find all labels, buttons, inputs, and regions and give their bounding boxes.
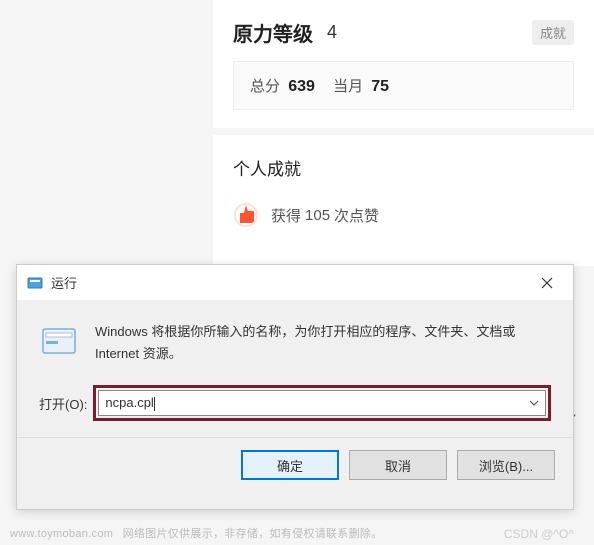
achievement-suffix: 次点赞 (334, 205, 379, 226)
achievement-count: 105 (305, 207, 330, 224)
run-titlebar: 运行 (17, 265, 573, 301)
achievements-card: 个人成就 获得 105 次点赞 (213, 135, 594, 266)
open-input-highlight: ncpa.cpl (93, 385, 551, 421)
profile-card: 原力等级 4 成就 总分 639 当月 75 (213, 0, 594, 128)
achievement-badge[interactable]: 成就 (532, 20, 574, 45)
level-label: 原力等级 (233, 18, 313, 47)
open-input-value[interactable]: ncpa.cpl (105, 395, 525, 411)
run-button-row: 确定 取消 浏览(B)... (17, 437, 573, 492)
score-month-label: 当月 (333, 78, 363, 95)
browse-button[interactable]: 浏览(B)... (457, 450, 555, 480)
level-row: 原力等级 4 成就 (233, 18, 574, 47)
run-body: Windows 将根据你所输入的名称，为你打开相应的程序、文件夹、文档或 Int… (17, 301, 573, 437)
score-month-value: 75 (371, 78, 389, 95)
run-input-row: 打开(O): ncpa.cpl (39, 385, 551, 421)
close-button[interactable] (531, 269, 563, 297)
close-icon (541, 277, 553, 289)
ok-button[interactable]: 确定 (241, 450, 339, 480)
achievements-title: 个人成就 (233, 155, 574, 180)
run-icon (27, 275, 43, 291)
run-dialog: 运行 Windows 将根据你所输入的名称，为你打开相应的程序、文件夹、文档或 … (16, 264, 574, 510)
level-value: 4 (327, 22, 337, 43)
chevron-down-icon[interactable] (525, 398, 539, 409)
footer-text: 网络图片仅供展示，非存储，如有侵权请联系删除。 (123, 528, 383, 540)
footer-site: www.toymoban.com (10, 528, 113, 540)
text-cursor (154, 397, 155, 411)
score-box: 总分 639 当月 75 (233, 61, 574, 110)
run-app-icon (39, 321, 79, 361)
footer-disclaimer: www.toymoban.com 网络图片仅供展示，非存储，如有侵权请联系删除。 (10, 525, 383, 541)
run-description: Windows 将根据你所输入的名称，为你打开相应的程序、文件夹、文档或 Int… (95, 321, 551, 365)
achievement-item: 获得 105 次点赞 (233, 202, 574, 228)
run-title: 运行 (51, 273, 77, 292)
run-info: Windows 将根据你所输入的名称，为你打开相应的程序、文件夹、文档或 Int… (39, 321, 551, 365)
score-total-label: 总分 (250, 78, 280, 95)
achievement-prefix: 获得 (271, 205, 301, 226)
open-label: 打开(O): (39, 394, 87, 413)
score-total-value: 639 (288, 78, 315, 95)
watermark: CSDN @^O^ (504, 527, 574, 541)
cancel-button[interactable]: 取消 (349, 450, 447, 480)
open-combobox[interactable]: ncpa.cpl (98, 390, 546, 416)
thumbs-up-icon (233, 202, 259, 228)
